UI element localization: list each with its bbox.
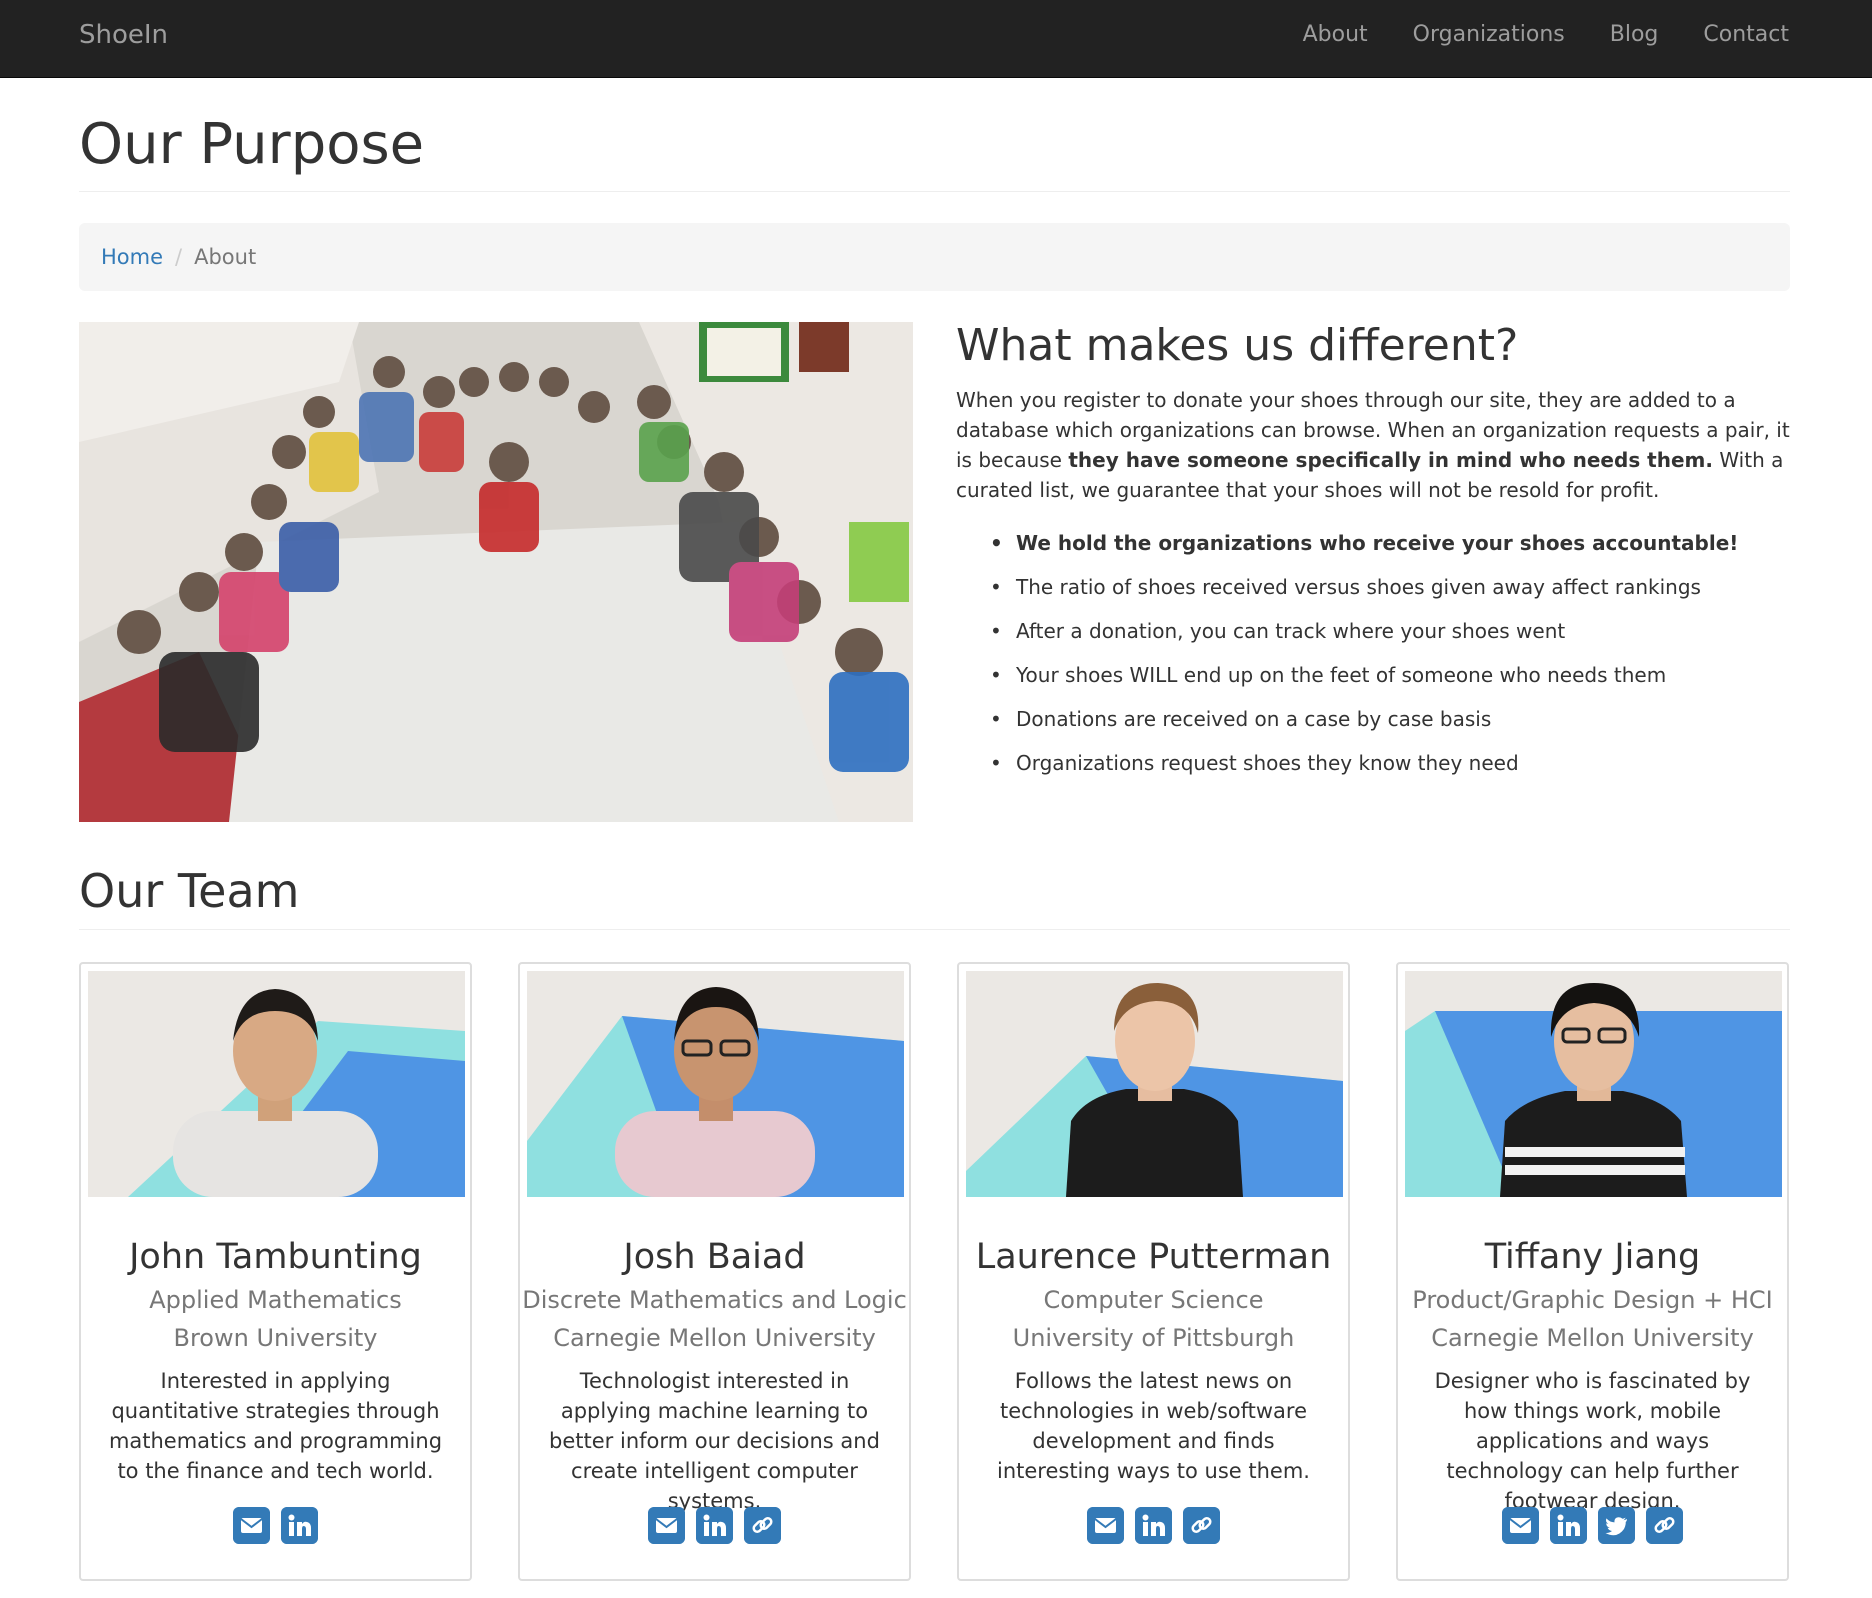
social-icons xyxy=(959,1507,1348,1544)
email-icon[interactable] xyxy=(648,1507,685,1544)
team-member-photo xyxy=(88,971,465,1197)
team-member-major: Discrete Mathematics and Logic xyxy=(522,1286,907,1314)
team-card-laurence: Laurence Putterman Computer Science Univ… xyxy=(957,962,1350,1581)
bullet-item: Your shoes WILL end up on the feet of so… xyxy=(990,660,1796,704)
different-paragraph: When you register to donate your shoes t… xyxy=(956,385,1791,505)
divider xyxy=(79,191,1790,192)
nav-link-about[interactable]: About xyxy=(1303,22,1368,47)
team-member-major: Computer Science xyxy=(1043,1286,1264,1314)
team-member-name: Tiffany Jiang xyxy=(1484,1237,1701,1277)
team-member-major: Product/Graphic Design + HCI xyxy=(1412,1286,1773,1314)
section-title-different: What makes us different? xyxy=(956,320,1519,371)
social-icons xyxy=(1398,1507,1787,1544)
bullet-item: Donations are received on a case by case… xyxy=(990,704,1796,748)
bullet-item: We hold the organizations who receive yo… xyxy=(990,528,1796,572)
children-group-photo xyxy=(79,322,913,822)
team-member-bio: Interested in applying quantitative stra… xyxy=(108,1369,443,1483)
email-icon[interactable] xyxy=(1502,1507,1539,1544)
section-title-team: Our Team xyxy=(79,864,300,918)
team-member-photo xyxy=(966,971,1343,1197)
twitter-icon[interactable] xyxy=(1598,1507,1635,1544)
page-title: Our Purpose xyxy=(79,112,425,177)
bullet-item: Organizations request shoes they know th… xyxy=(990,748,1796,792)
social-icons xyxy=(81,1507,470,1544)
linkedin-icon[interactable] xyxy=(1135,1507,1172,1544)
team-card-tiffany: Tiffany Jiang Product/Graphic Design + H… xyxy=(1396,962,1789,1581)
divider xyxy=(79,929,1790,930)
team-member-school: Carnegie Mellon University xyxy=(553,1324,876,1352)
nav-link-organizations[interactable]: Organizations xyxy=(1413,22,1565,47)
team-member-bio: Follows the latest news on technologies … xyxy=(996,1369,1310,1483)
breadcrumb-separator: / xyxy=(175,245,183,269)
link-icon[interactable] xyxy=(1646,1507,1683,1544)
team-member-photo xyxy=(527,971,904,1197)
team-member-school: University of Pittsburgh xyxy=(1012,1324,1295,1352)
breadcrumb: Home / About xyxy=(79,223,1790,291)
team-card-josh: Josh Baiad Discrete Mathematics and Logi… xyxy=(518,962,911,1581)
team-member-photo xyxy=(1405,971,1782,1197)
link-icon[interactable] xyxy=(744,1507,781,1544)
nav-links: About Organizations Blog Contact xyxy=(1303,22,1789,47)
team-member-school: Brown University xyxy=(173,1324,378,1352)
team-member-school: Carnegie Mellon University xyxy=(1431,1324,1754,1352)
team-member-major: Applied Mathematics xyxy=(149,1286,402,1314)
team-member-bio: Designer who is fascinated by how things… xyxy=(1434,1369,1751,1513)
bullet-item: After a donation, you can track where yo… xyxy=(990,616,1796,660)
team-member-name: Laurence Putterman xyxy=(975,1237,1332,1277)
linkedin-icon[interactable] xyxy=(1550,1507,1587,1544)
bullet-item: The ratio of shoes received versus shoes… xyxy=(990,572,1796,616)
team-card-john: John Tambunting Applied Mathematics Brow… xyxy=(79,962,472,1581)
brand-logo[interactable]: ShoeIn xyxy=(79,20,168,50)
social-icons xyxy=(520,1507,909,1544)
email-icon[interactable] xyxy=(233,1507,270,1544)
email-icon[interactable] xyxy=(1087,1507,1124,1544)
linkedin-icon[interactable] xyxy=(281,1507,318,1544)
breadcrumb-home-link[interactable]: Home xyxy=(101,245,163,269)
link-icon[interactable] xyxy=(1183,1507,1220,1544)
top-navbar: ShoeIn About Organizations Blog Contact xyxy=(0,0,1872,78)
team-member-name: Josh Baiad xyxy=(623,1237,806,1277)
nav-link-blog[interactable]: Blog xyxy=(1610,22,1659,47)
different-paragraph-bold: they have someone specifically in mind w… xyxy=(1068,448,1713,472)
different-bullet-list: We hold the organizations who receive yo… xyxy=(990,528,1796,792)
breadcrumb-current: About xyxy=(194,245,257,269)
team-member-bio: Technologist interested in applying mach… xyxy=(549,1369,880,1513)
nav-link-contact[interactable]: Contact xyxy=(1703,22,1789,47)
linkedin-icon[interactable] xyxy=(696,1507,733,1544)
team-member-name: John Tambunting xyxy=(129,1237,422,1277)
